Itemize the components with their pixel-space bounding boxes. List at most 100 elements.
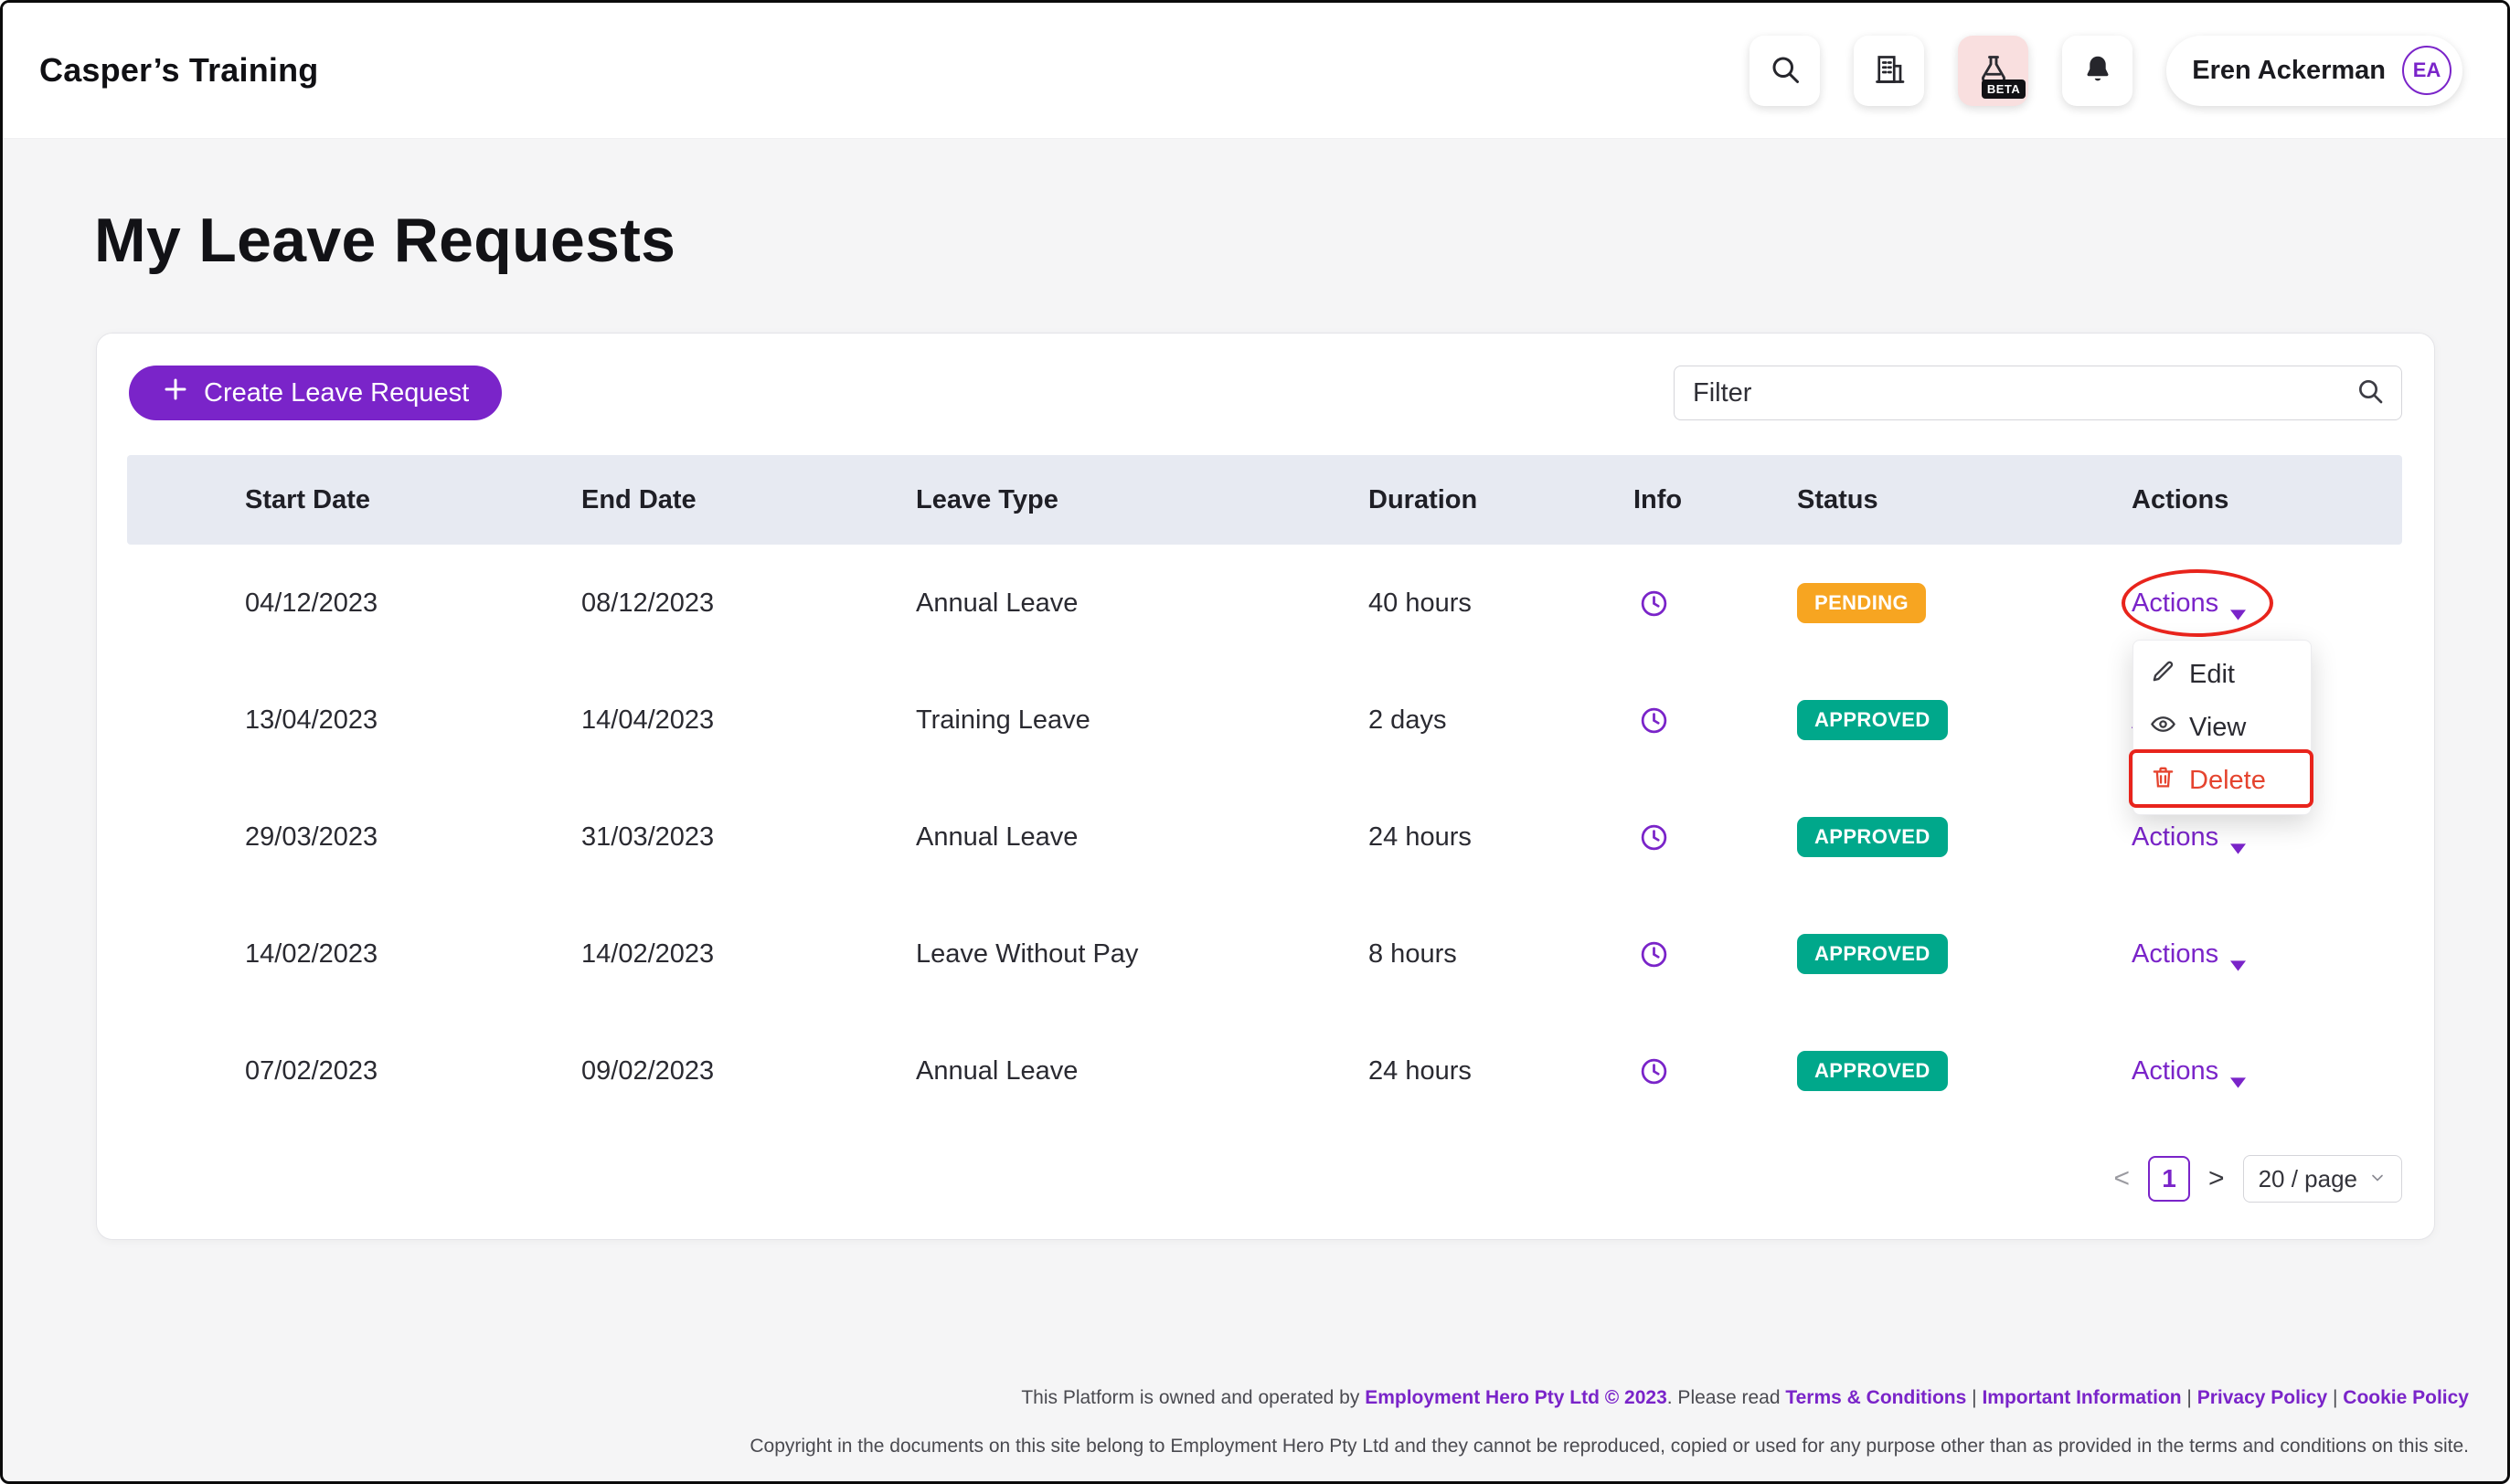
status-badge: APPROVED	[1797, 817, 1948, 857]
page: Casper’s Training BETA Eren Ackerman EA …	[0, 0, 2510, 1484]
card-toolbar: Create Leave Request	[97, 334, 2434, 420]
footer-legal-line: This Platform is owned and operated by E…	[750, 1384, 2469, 1412]
chevron-down-icon	[2230, 832, 2246, 843]
pagination: < 1 > 20 / page	[97, 1155, 2402, 1203]
table-row: 13/04/2023 14/04/2023 Training Leave 2 d…	[127, 662, 2402, 779]
search-button[interactable]	[1750, 36, 1820, 106]
filter-box	[1674, 366, 2402, 420]
filter-input[interactable]	[1675, 378, 2356, 408]
cell-duration: 8 hours	[1368, 939, 1633, 970]
user-avatar: EA	[2402, 46, 2452, 95]
cell-leave-type: Training Leave	[916, 705, 1368, 736]
next-page-button[interactable]: >	[2208, 1163, 2225, 1194]
header-info: Info	[1633, 485, 1797, 515]
header-status: Status	[1797, 485, 2132, 515]
header-start-date: Start Date	[127, 485, 581, 515]
menu-item-edit[interactable]: Edit	[2133, 648, 2311, 701]
menu-item-edit-label: Edit	[2189, 660, 2235, 690]
chevron-down-icon	[2230, 1065, 2246, 1076]
cell-leave-type: Annual Leave	[916, 822, 1368, 853]
view-eye-icon	[2150, 711, 2176, 745]
row-actions-button[interactable]: Actions	[2132, 588, 2246, 619]
info-clock-icon[interactable]	[1639, 939, 1669, 970]
cell-start-date: 07/02/2023	[127, 1056, 581, 1086]
topbar-actions: BETA Eren Ackerman EA	[1750, 36, 2462, 106]
chevron-down-icon	[2368, 1165, 2387, 1193]
building-icon	[1873, 53, 1906, 89]
status-badge: APPROVED	[1797, 934, 1948, 974]
cell-start-date: 14/02/2023	[127, 939, 581, 970]
row-actions-button[interactable]: Actions	[2132, 822, 2246, 853]
menu-item-view[interactable]: View	[2133, 701, 2311, 754]
create-leave-request-button[interactable]: Create Leave Request	[129, 366, 502, 420]
row-actions-button[interactable]: Actions	[2132, 939, 2246, 970]
status-badge: PENDING	[1797, 583, 1926, 623]
cell-duration: 40 hours	[1368, 588, 1633, 619]
cell-duration: 2 days	[1368, 705, 1633, 736]
bell-icon	[2081, 53, 2114, 89]
notifications-button[interactable]	[2062, 36, 2132, 106]
header-duration: Duration	[1368, 485, 1633, 515]
footer-text: This Platform is owned and operated by	[1021, 1387, 1365, 1408]
delete-trash-icon	[2150, 764, 2176, 798]
prev-page-button[interactable]: <	[2114, 1163, 2131, 1194]
footer-link-employment-hero[interactable]: Employment Hero Pty Ltd © 2023	[1365, 1387, 1667, 1408]
beta-badge: BETA	[1982, 80, 2026, 99]
table-row: 07/02/2023 09/02/2023 Annual Leave 24 ho…	[127, 1012, 2402, 1129]
footer-separator: |	[2327, 1387, 2343, 1408]
create-leave-request-label: Create Leave Request	[204, 378, 469, 408]
search-icon	[1769, 53, 1802, 89]
user-menu-button[interactable]: Eren Ackerman EA	[2166, 36, 2462, 106]
cell-end-date: 14/02/2023	[581, 939, 916, 970]
info-clock-icon[interactable]	[1639, 588, 1669, 619]
cell-start-date: 13/04/2023	[127, 705, 581, 736]
brand-title: Casper’s Training	[39, 51, 319, 90]
footer: This Platform is owned and operated by E…	[750, 1384, 2469, 1460]
info-clock-icon[interactable]	[1639, 705, 1669, 736]
cell-end-date: 14/04/2023	[581, 705, 916, 736]
chevron-down-icon	[2230, 598, 2246, 609]
organisation-button[interactable]	[1854, 36, 1924, 106]
footer-copyright-line: Copyright in the documents on this site …	[750, 1433, 2469, 1460]
cell-end-date: 09/02/2023	[581, 1056, 916, 1086]
footer-link-terms-conditions[interactable]: Terms & Conditions	[1785, 1387, 1966, 1408]
page-size-select[interactable]: 20 / page	[2243, 1155, 2402, 1203]
plus-icon	[162, 376, 189, 410]
filter-search-icon[interactable]	[2356, 376, 2385, 410]
cell-end-date: 31/03/2023	[581, 822, 916, 853]
menu-item-view-label: View	[2189, 713, 2246, 743]
cell-leave-type: Annual Leave	[916, 588, 1368, 619]
leave-requests-card: Create Leave Request Start Date End Date…	[96, 333, 2435, 1240]
row-actions-button[interactable]: Actions	[2132, 1056, 2246, 1086]
leave-requests-table: Start Date End Date Leave Type Duration …	[127, 455, 2402, 1129]
table-row: 14/02/2023 14/02/2023 Leave Without Pay …	[127, 896, 2402, 1012]
chevron-down-icon	[2230, 949, 2246, 959]
cell-duration: 24 hours	[1368, 1056, 1633, 1086]
actions-dropdown-menu: Edit View Delete	[2132, 640, 2312, 815]
table-header-row: Start Date End Date Leave Type Duration …	[127, 455, 2402, 545]
user-name: Eren Ackerman	[2192, 56, 2386, 86]
status-badge: APPROVED	[1797, 1051, 1948, 1091]
cell-duration: 24 hours	[1368, 822, 1633, 853]
menu-item-delete[interactable]: Delete	[2133, 754, 2311, 807]
table-row: 04/12/2023 08/12/2023 Annual Leave 40 ho…	[127, 545, 2402, 662]
beta-features-button[interactable]: BETA	[1958, 36, 2028, 106]
cell-leave-type: Leave Without Pay	[916, 939, 1368, 970]
footer-link-important-information[interactable]: Important Information	[1982, 1387, 2181, 1408]
cell-leave-type: Annual Leave	[916, 1056, 1368, 1086]
page-title: My Leave Requests	[94, 205, 2507, 276]
edit-pencil-icon	[2150, 658, 2176, 692]
info-clock-icon[interactable]	[1639, 822, 1669, 853]
footer-link-cookie-policy[interactable]: Cookie Policy	[2343, 1387, 2469, 1408]
info-clock-icon[interactable]	[1639, 1056, 1669, 1086]
cell-start-date: 04/12/2023	[127, 588, 581, 619]
header-leave-type: Leave Type	[916, 485, 1368, 515]
footer-link-privacy-policy[interactable]: Privacy Policy	[2197, 1387, 2327, 1408]
table-row: 29/03/2023 31/03/2023 Annual Leave 24 ho…	[127, 779, 2402, 896]
cell-start-date: 29/03/2023	[127, 822, 581, 853]
current-page-button[interactable]: 1	[2148, 1156, 2190, 1202]
footer-separator: |	[2182, 1387, 2197, 1408]
cell-end-date: 08/12/2023	[581, 588, 916, 619]
status-badge: APPROVED	[1797, 700, 1948, 740]
footer-text: . Please read	[1667, 1387, 1786, 1408]
